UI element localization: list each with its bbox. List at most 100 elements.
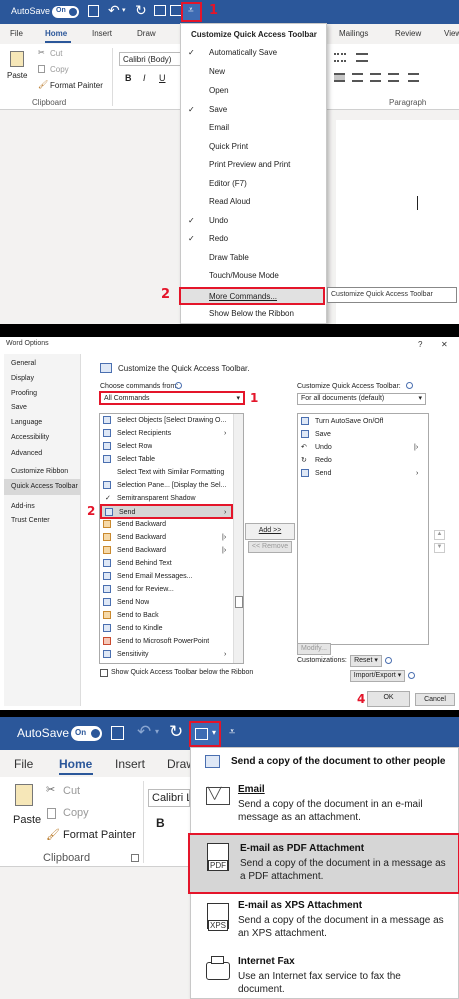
tab-home[interactable]: Home	[45, 29, 67, 38]
list-item[interactable]: Send Email Messages...	[100, 570, 243, 583]
tab-view[interactable]: View	[444, 29, 459, 38]
paste-label[interactable]: Paste	[13, 814, 41, 826]
menu-item-email-xps[interactable]: XPS E-mail as XPS Attachment Send a copy…	[191, 894, 458, 950]
customize-qat-icon[interactable]: ⩡	[229, 726, 235, 739]
undo-dropdown-icon[interactable]: ▾	[155, 727, 159, 736]
cut-label[interactable]: Cut	[63, 785, 80, 797]
tab-draw[interactable]: Draw	[137, 29, 156, 38]
sidebar-item-trust-center[interactable]: Trust Center	[11, 517, 50, 524]
tab-file[interactable]: File	[14, 757, 33, 771]
format-painter-icon[interactable]: 🖌	[38, 80, 48, 89]
reset-button[interactable]: Reset ▾	[350, 655, 382, 667]
customize-qat-button[interactable]: ⩡	[181, 2, 202, 22]
align-right-icon[interactable]	[370, 73, 381, 82]
tab-mailings[interactable]: Mailings	[339, 29, 368, 38]
save-icon[interactable]	[88, 5, 99, 17]
copy-label[interactable]: Copy	[63, 807, 89, 819]
tab-insert[interactable]: Insert	[115, 757, 145, 771]
cancel-button[interactable]: Cancel	[415, 693, 455, 706]
redo-icon[interactable]: ↻	[135, 2, 147, 19]
list-item[interactable]: Select Table	[100, 453, 243, 466]
list-item[interactable]: Send Backward |›	[100, 531, 243, 544]
help-button[interactable]: ?	[418, 340, 422, 349]
cut-icon[interactable]: ✂	[46, 783, 55, 796]
sidebar-item-quick-access-toolbar[interactable]: Quick Access Toolbar	[4, 479, 81, 495]
sidebar-item-save[interactable]: Save	[11, 404, 27, 411]
menu-item-email[interactable]: ╲╱ Email Send a copy of the document in …	[191, 781, 458, 837]
list-item[interactable]: Select Recipients ›	[100, 427, 243, 440]
copy-icon[interactable]	[47, 808, 56, 819]
list-item[interactable]: Send to Microsoft PowerPoint	[100, 635, 243, 648]
sidebar-item-general[interactable]: General	[11, 360, 36, 367]
format-painter-icon[interactable]: 🖌	[46, 828, 60, 841]
dialog-launcher-icon[interactable]	[131, 854, 139, 862]
bullets-icon[interactable]	[334, 53, 346, 62]
undo-icon[interactable]: ↶	[137, 722, 151, 742]
menu-item-more-commands[interactable]: More Commands...	[179, 287, 325, 305]
qat-list[interactable]: Turn AutoSave On/Off Save ↶ Undo |› ↻ Redo …	[297, 413, 429, 645]
list-item[interactable]: Send for Review...	[100, 583, 243, 596]
list-item[interactable]: Select Objects [Select Drawing O...	[100, 414, 243, 427]
underline-button[interactable]: U	[159, 73, 166, 83]
print-preview-icon[interactable]	[154, 5, 166, 16]
list-item[interactable]: Send Backward |›	[100, 544, 243, 557]
send-button-dropdown[interactable]: ▾	[189, 721, 221, 747]
list-item[interactable]: Send Behind Text	[100, 557, 243, 570]
qat-list-item[interactable]: ↻ Redo	[298, 454, 428, 467]
menu-item-email-pdf[interactable]: PDF E-mail as PDF Attachment Send a copy…	[188, 833, 459, 894]
list-item[interactable]: Send to Kindle	[100, 622, 243, 635]
undo-dropdown-icon[interactable]: ▾	[122, 6, 126, 14]
import-export-button[interactable]: Import/Export ▾	[350, 670, 405, 682]
remove-button[interactable]: << Remove	[248, 541, 292, 553]
add-button[interactable]: Add >>	[245, 523, 295, 540]
list-item[interactable]: Sensitivity ›	[100, 648, 243, 661]
align-left-icon[interactable]	[334, 73, 345, 82]
move-down-icon[interactable]: ▼	[434, 543, 445, 553]
choose-commands-dropdown[interactable]: All Commands ▾	[99, 391, 245, 405]
sidebar-item-display[interactable]: Display	[11, 375, 34, 382]
paste-icon[interactable]	[15, 784, 33, 806]
justify-icon[interactable]	[388, 73, 399, 82]
tab-home[interactable]: Home	[59, 757, 92, 771]
show-below-checkbox[interactable]	[100, 669, 108, 677]
line-spacing-icon[interactable]	[408, 73, 419, 82]
format-painter-label[interactable]: Format Painter	[50, 81, 103, 90]
scroll-thumb[interactable]	[235, 596, 243, 608]
bold-button[interactable]: B	[156, 816, 165, 830]
list-item-send-selected[interactable]: Send ›	[100, 504, 233, 519]
cut-icon[interactable]: ✂	[38, 48, 45, 57]
copy-label[interactable]: Copy	[50, 65, 69, 74]
qat-list-item[interactable]: ↶ Undo |›	[298, 441, 428, 454]
close-button[interactable]: ✕	[441, 340, 448, 349]
sidebar-item-language[interactable]: Language	[11, 419, 42, 426]
paste-label[interactable]: Paste	[7, 71, 27, 80]
autosave-toggle[interactable]: On	[52, 6, 79, 18]
italic-button[interactable]: I	[143, 73, 146, 83]
tab-insert[interactable]: Insert	[92, 29, 112, 38]
font-name-box[interactable]: Calibri (Body)	[119, 52, 181, 66]
numbering-icon[interactable]	[356, 53, 368, 62]
scrollbar[interactable]	[233, 414, 243, 663]
paste-icon[interactable]	[10, 51, 24, 67]
align-center-icon[interactable]	[352, 73, 363, 82]
undo-icon[interactable]: ↶	[108, 2, 120, 19]
qat-list-item[interactable]: Send ›	[298, 467, 428, 480]
cut-label[interactable]: Cut	[50, 49, 62, 58]
sidebar-item-accessibility[interactable]: Accessibility	[11, 434, 49, 441]
list-item[interactable]: Select Text with Similar Formatting	[100, 466, 243, 479]
bold-button[interactable]: B	[125, 73, 132, 83]
redo-icon[interactable]: ↻	[169, 722, 183, 742]
sidebar-item-customize-ribbon[interactable]: Customize Ribbon	[11, 468, 68, 475]
modify-button[interactable]: Modify...	[297, 643, 331, 655]
move-up-icon[interactable]: ▲	[434, 530, 445, 540]
sidebar-item-add-ins[interactable]: Add-ins	[11, 503, 35, 510]
tab-file[interactable]: File	[10, 29, 23, 38]
show-below-label[interactable]: Show Quick Access Toolbar below the Ribb…	[111, 669, 253, 676]
sidebar-item-proofing[interactable]: Proofing	[11, 390, 37, 397]
menu-item-internet-fax[interactable]: Internet Fax Use an Internet fax service…	[191, 953, 458, 999]
sidebar-item-advanced[interactable]: Advanced	[11, 450, 42, 457]
list-item[interactable]: Send Now	[100, 596, 243, 609]
qat-list-item[interactable]: Turn AutoSave On/Off	[298, 415, 428, 428]
autosave-toggle[interactable]: On	[71, 726, 102, 741]
qat-list-item[interactable]: Save	[298, 428, 428, 441]
